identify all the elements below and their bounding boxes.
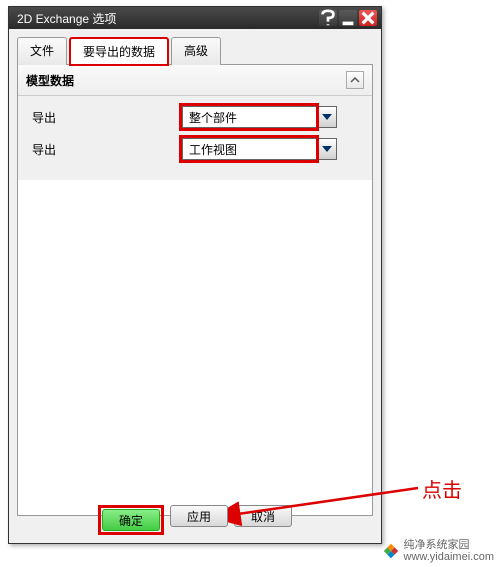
watermark: 纯净系统家园 www.yidaimei.com	[382, 539, 494, 563]
watermark-text: 纯净系统家园 www.yidaimei.com	[404, 539, 494, 563]
section-title: 模型数据	[26, 72, 346, 89]
button-row: 确定 应用 取消	[9, 505, 381, 535]
collapse-button[interactable]	[346, 71, 364, 89]
titlebar-buttons	[319, 10, 377, 26]
tab-advanced[interactable]: 高级	[171, 37, 221, 65]
form-row-export1: 导出 整个部件	[32, 106, 358, 128]
dropdown-value: 整个部件	[182, 106, 317, 128]
apply-button[interactable]: 应用	[170, 505, 228, 527]
form-row-export2: 导出 工作视图	[32, 138, 358, 160]
dropdown-arrow-button[interactable]	[317, 106, 337, 128]
cancel-button[interactable]: 取消	[234, 505, 292, 527]
tab-strip: 文件 要导出的数据 高级	[17, 37, 373, 65]
section-header[interactable]: 模型数据	[18, 65, 372, 96]
dropdown-arrow-button[interactable]	[317, 138, 337, 160]
ok-button[interactable]: 确定	[102, 509, 160, 531]
watermark-icon	[382, 542, 400, 560]
row-label: 导出	[32, 141, 182, 158]
tab-body: 模型数据 导出 整个部件	[17, 64, 373, 516]
dropdown-wrapper: 工作视图	[182, 138, 337, 160]
tab-export-data[interactable]: 要导出的数据	[69, 37, 169, 66]
minimize-button[interactable]	[339, 10, 357, 26]
dropdown-wrapper: 整个部件	[182, 106, 337, 128]
tab-file[interactable]: 文件	[17, 37, 67, 65]
row-label: 导出	[32, 109, 182, 126]
export-part-dropdown[interactable]: 整个部件	[182, 106, 337, 128]
ok-highlight: 确定	[98, 505, 164, 535]
dropdown-value: 工作视图	[182, 138, 317, 160]
dialog-window: 2D Exchange 选项 文件 要导出的数据 高级 模型数据	[8, 6, 382, 544]
client-area: 文件 要导出的数据 高级 模型数据 导出 整个部件	[9, 29, 381, 543]
window-title: 2D Exchange 选项	[13, 10, 319, 27]
close-button[interactable]	[359, 10, 377, 26]
help-button[interactable]	[319, 10, 337, 26]
section-body: 导出 整个部件 导出 工	[18, 96, 372, 180]
click-label: 点击	[422, 474, 462, 503]
export-view-dropdown[interactable]: 工作视图	[182, 138, 337, 160]
titlebar[interactable]: 2D Exchange 选项	[9, 7, 381, 29]
